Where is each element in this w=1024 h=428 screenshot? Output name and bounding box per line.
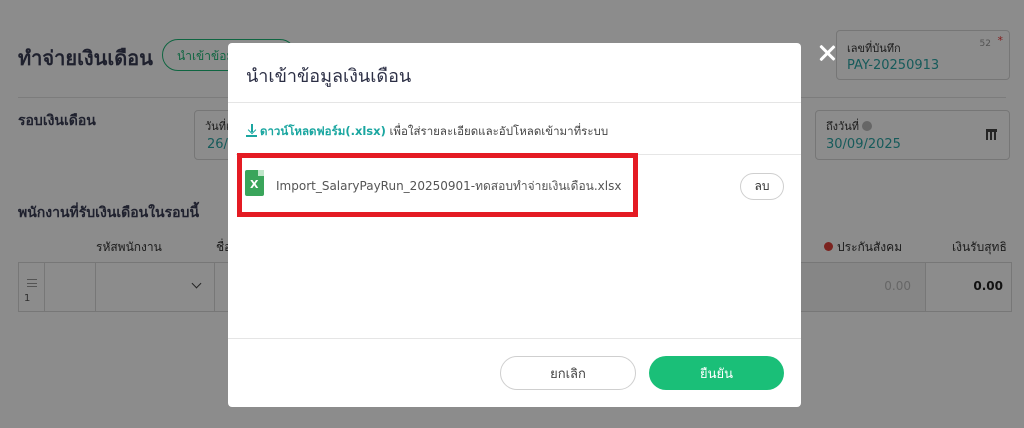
close-icon[interactable]	[816, 42, 838, 64]
download-hint: เพื่อใส่รายละเอียดและอัปโหลดเข้ามาที่ระบ…	[385, 124, 609, 138]
dialog-footer: ยกเลิก ยืนยัน	[228, 338, 801, 407]
delete-file-button[interactable]: ลบ	[740, 173, 784, 200]
excel-file-icon-letter: X	[250, 178, 259, 191]
download-instructions: ดาวน์โหลดฟอร์ม(.xlsx) เพื่อใส่รายละเอียด…	[246, 123, 608, 141]
download-icon	[246, 124, 257, 137]
download-template-link[interactable]: ดาวน์โหลดฟอร์ม(.xlsx)	[246, 124, 386, 138]
dialog-title: นำเข้าข้อมูลเงินเดือน	[246, 66, 412, 87]
file-name: Import_SalaryPayRun_20250901-ทดสอบทำจ่าย…	[276, 179, 622, 193]
excel-file-icon: X	[245, 170, 264, 196]
uploaded-file-item: X Import_SalaryPayRun_20250901-ทดสอบทำจ่…	[237, 153, 789, 217]
import-salary-dialog: นำเข้าข้อมูลเงินเดือน ดาวน์โหลดฟอร์ม(.xl…	[228, 43, 801, 407]
cancel-button[interactable]: ยกเลิก	[500, 356, 636, 390]
dialog-header: นำเข้าข้อมูลเงินเดือน	[228, 43, 801, 103]
download-template-link-text: ดาวน์โหลดฟอร์ม(.xlsx)	[260, 124, 386, 138]
confirm-button[interactable]: ยืนยัน	[649, 356, 784, 390]
